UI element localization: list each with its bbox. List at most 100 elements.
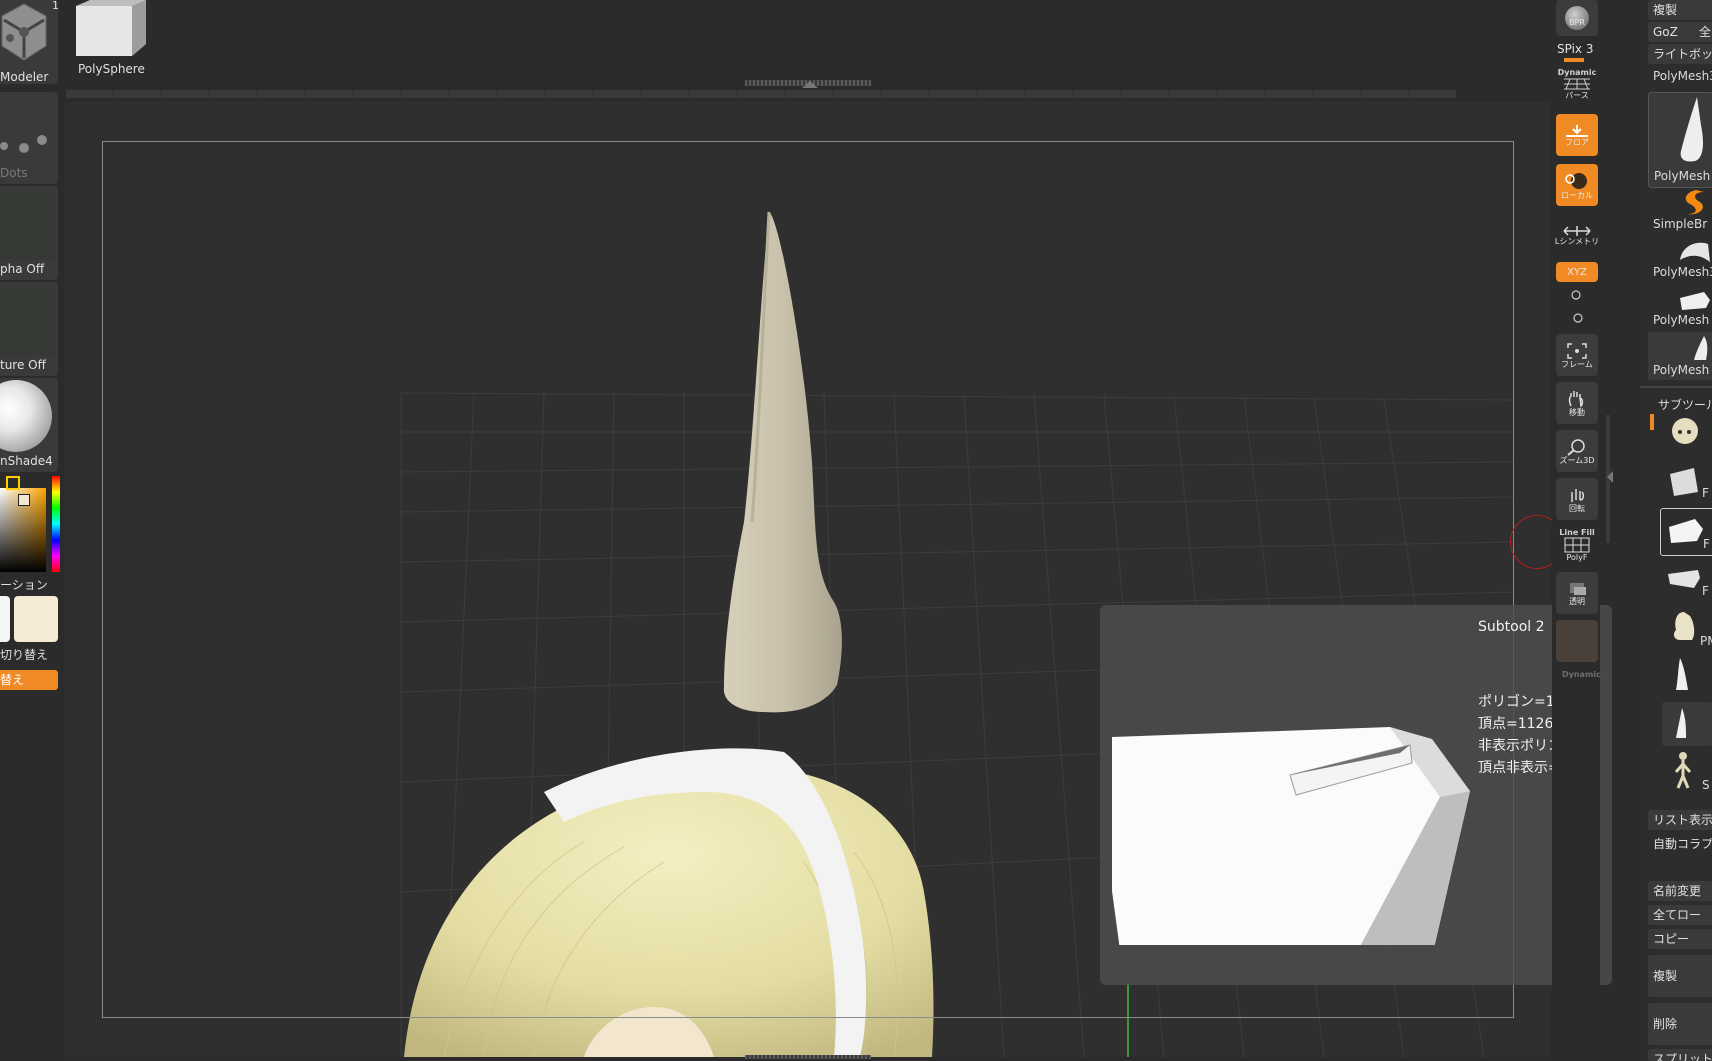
split-button[interactable]: スプリット [1648,1049,1712,1061]
hue-strip[interactable] [52,476,60,572]
floor-button[interactable]: フロア [1556,114,1598,156]
auto-collapse-button[interactable]: 自動コラプ [1648,834,1712,854]
brush-slot-modeler[interactable]: 1 Modeler [0,0,59,84]
subtool-scroll-indicator[interactable] [1650,414,1654,430]
xyz-label: XYZ [1567,266,1587,278]
lsym-button[interactable]: Lシンメトリ [1554,214,1600,256]
horn-thumb-icon [1680,97,1703,162]
color-picker-cursor[interactable] [18,494,30,506]
persp-button[interactable]: Dynamic パース [1556,64,1598,104]
dots-stroke-icon [0,135,47,153]
local-button[interactable]: ローカル [1556,164,1598,206]
rotate-hand-icon [1571,488,1585,502]
tool-polymesh-b[interactable]: PolyMesh [1648,332,1712,380]
subtool-item-1[interactable]: F [1660,460,1712,504]
frame-icon [1567,342,1587,359]
subtool-2-icon [1669,519,1703,543]
tool-simplebrush[interactable]: SimpleBr [1648,188,1712,234]
subtool-item-7[interactable]: S [1660,748,1712,792]
alpha-slot[interactable]: pha Off [0,186,58,280]
subtool-1-icon [1670,468,1698,496]
bpr-button[interactable]: BPR [1556,0,1598,36]
move-button[interactable]: 移動 [1556,382,1598,424]
secondary-color-swatch[interactable] [0,596,10,642]
popup-vertices: 頂点=11266 [1478,716,1563,732]
subtool-item-3[interactable]: F [1660,558,1712,602]
tool-polymesh3d[interactable]: PolyMesh3 [1648,236,1712,282]
tray-collapse-icon[interactable] [1606,470,1614,484]
tool-polysphere[interactable]: PolySphere [70,0,150,84]
rotate-axis-icons[interactable] [1569,288,1583,326]
switch-orange-button[interactable]: 替え [0,670,58,690]
lsym-label: Lシンメトリ [1554,236,1600,246]
zoom-magnifier-icon [1567,438,1585,456]
bottom-drag-handle[interactable] [745,1055,871,1059]
spix-slider[interactable] [1564,58,1584,62]
switch-label: 切り替え [0,648,49,662]
zoom3d-button[interactable]: ズーム3D [1556,430,1598,472]
color-picker[interactable] [0,476,60,572]
texture-label: ture Off [0,358,46,372]
current-tool-thumb[interactable]: PolyMesh [1648,92,1712,188]
material-label: nShade4 [0,454,53,468]
subtool-item-4[interactable]: PM [1660,606,1712,650]
bpr-label: BPR [1569,18,1585,27]
duplicate-button[interactable]: 複製 [1648,955,1712,997]
tool-polymesh-a[interactable]: PolyMesh [1648,284,1712,330]
tool-polymesh3d-label: PolyMesh3 [1653,265,1712,279]
rename-button[interactable]: 名前変更 [1648,881,1712,901]
subtool-header[interactable]: サブツール [1658,396,1712,413]
all-button[interactable]: 全 [1694,22,1712,42]
lightbox-button[interactable]: ライトボッ [1648,44,1712,64]
popup-title: Subtool 2 [1478,619,1545,635]
texture-slot[interactable]: ture Off [0,282,58,376]
xyz-button[interactable]: XYZ [1556,262,1598,282]
subtool-item-2-selected[interactable]: F [1660,508,1712,556]
tool-copy-button[interactable]: 複製 [1648,0,1697,20]
spix-label[interactable]: SPix 3 [1557,42,1593,56]
alpha-label: pha Off [0,262,45,276]
all-row-button[interactable]: 全てロー [1648,905,1712,925]
ghost-button[interactable] [1556,620,1598,662]
material-sphere [0,380,52,452]
persp-label: パース [1565,91,1589,100]
rotate-label: 回転 [1569,503,1585,513]
frame-label: フレーム [1561,359,1593,369]
material-slot[interactable]: nShade4 [0,378,58,472]
modeler-label: Modeler [0,70,49,84]
polysphere-thumb-icon [76,0,146,56]
subtool-7-body-icon [1674,752,1692,789]
tool-simplebrush-label: SimpleBr [1653,217,1708,231]
subtool-preview [1112,727,1470,945]
delete-button[interactable]: 削除 [1648,1003,1712,1045]
subtool-4-suffix: PM [1700,634,1712,648]
tool-label: PolySphere [78,62,145,76]
color-swatch-main[interactable] [6,476,20,490]
subtool-item-5[interactable] [1660,654,1712,698]
list-view-button[interactable]: リスト表示 [1648,810,1712,830]
copy-button[interactable]: コピー [1648,929,1712,949]
subtool-2-suffix: F [1703,537,1710,551]
hand-move-icon [1568,390,1584,408]
frame-button[interactable]: フレーム [1556,334,1598,376]
linefill-label: Line Fill [1559,528,1595,537]
texture-thumb [0,284,56,356]
polymesh-b-icon [1694,336,1708,360]
local-label: ローカル [1561,190,1593,200]
collapse-up-icon[interactable] [800,80,820,90]
rotate-button[interactable]: 回転 [1556,478,1598,520]
subtool-7-suffix: S [1702,778,1710,792]
tool-polymesh-a-label: PolyMesh [1653,313,1710,327]
local-icon [1565,172,1587,189]
switch-orange-label: 替え [0,673,25,687]
tool-thumb-label: PolyMesh [1654,169,1711,183]
current-tool-label: PolyMesh3 [1653,69,1712,83]
stroke-slot[interactable]: Dots [0,92,58,184]
transp-button[interactable]: 透明 [1556,572,1598,614]
primary-color-swatch[interactable] [14,596,58,642]
goz-button[interactable]: GoZ [1648,22,1697,42]
tool-paste-button[interactable] [1694,0,1712,20]
polyf-button[interactable]: Line Fill PolyF [1556,524,1598,566]
subtool-item-6[interactable] [1662,702,1712,746]
subtool-item-head[interactable] [1660,412,1712,452]
